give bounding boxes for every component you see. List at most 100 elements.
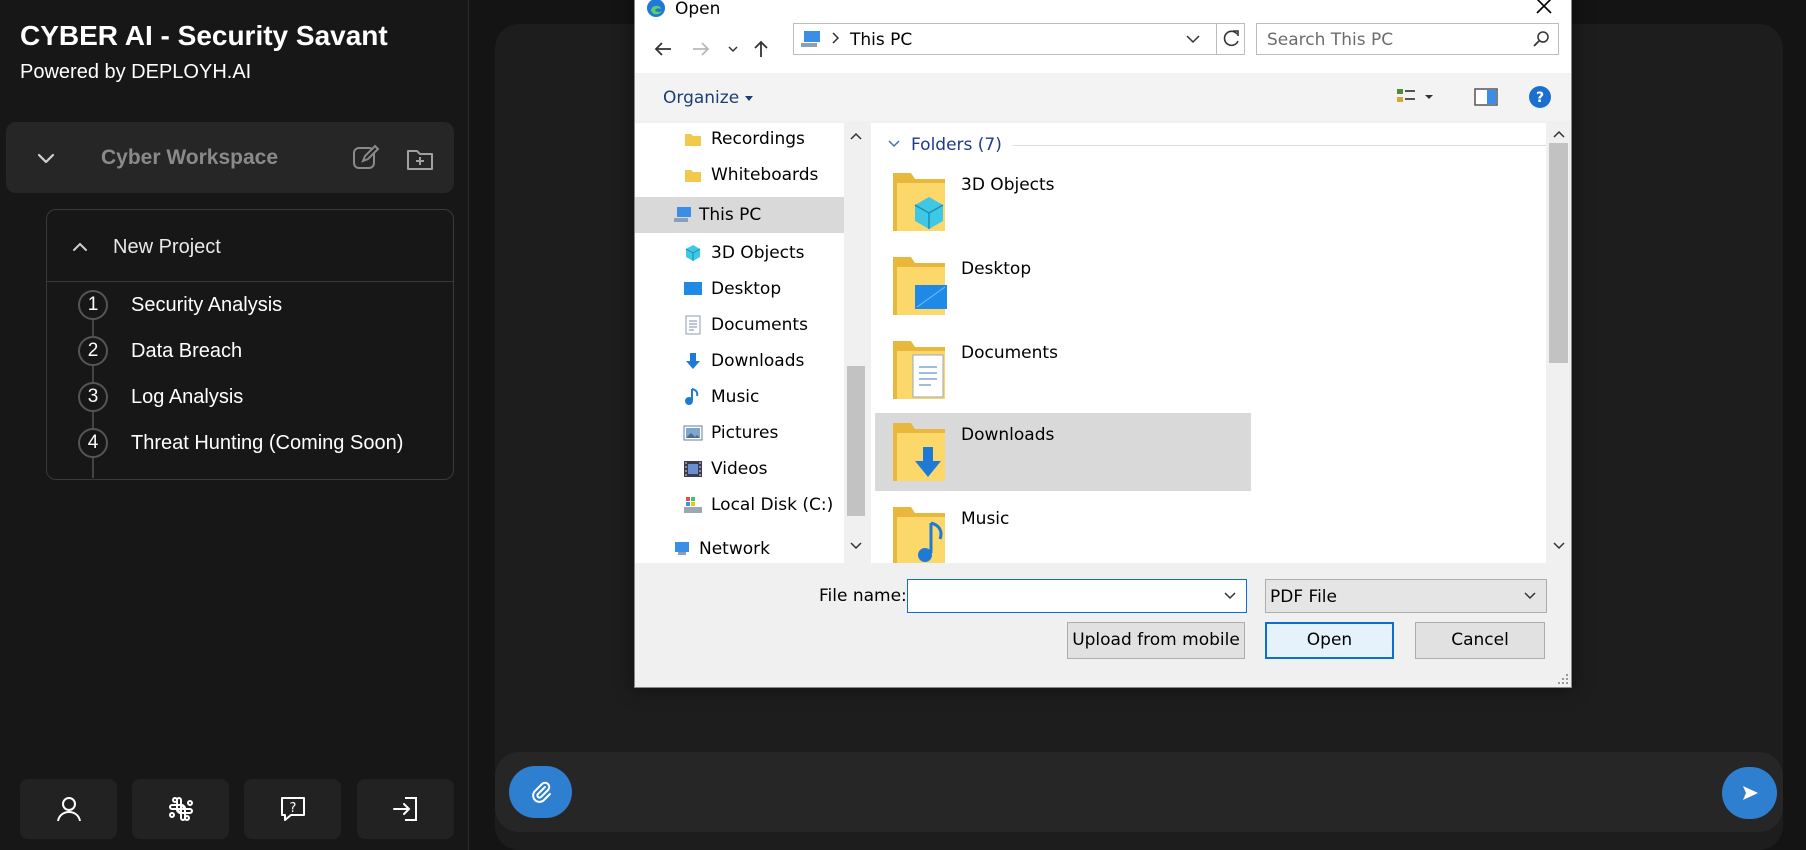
scroll-down-icon[interactable] [849,539,863,553]
help-icon[interactable]: ? [1527,85,1553,109]
address-bar[interactable]: This PC [793,23,1245,55]
up-icon[interactable] [749,37,773,61]
chevron-right-icon [832,32,840,44]
address-dropdown-icon[interactable] [1184,30,1202,48]
send-icon [1742,786,1758,800]
nav-item-network[interactable]: Network [635,533,844,563]
chevron-down-icon[interactable] [34,146,58,170]
nav-item-whiteboards[interactable]: Whiteboards [635,159,844,191]
folder-documents[interactable]: Documents [875,331,1251,409]
nav-item-videos[interactable]: Videos [635,453,844,485]
chevron-down-icon [1524,592,1536,600]
project-header[interactable]: New Project [47,210,453,282]
help-button[interactable]: ? [244,779,341,839]
file-name-label: File name: [819,586,907,606]
organize-label: Organize [663,88,740,108]
dialog-titlebar[interactable]: Open [635,0,1571,23]
nav-scroll-thumb[interactable] [847,366,865,516]
documents-icon [685,315,701,335]
content-scrollbar[interactable] [1546,123,1571,563]
slack-icon [168,797,193,821]
dialog-title: Open [675,0,721,19]
message-input-bar[interactable] [495,752,1783,832]
folder-label: Music [961,509,1010,529]
close-icon[interactable] [1533,0,1555,17]
nav-item-recordings[interactable]: Recordings [635,123,844,155]
folder-desktop-icon [893,257,947,315]
svg-text:?: ? [289,801,296,816]
preview-pane-icon[interactable] [1473,85,1499,109]
nav-item-label: Downloads [711,351,805,371]
cancel-button[interactable]: Cancel [1415,622,1545,659]
recent-locations-icon[interactable] [721,37,745,61]
nav-item-documents[interactable]: Documents [635,309,844,341]
scroll-up-icon[interactable] [1552,127,1566,141]
nav-item-label: Recordings [711,129,805,149]
content-scroll-thumb[interactable] [1549,143,1568,363]
workspace-label: Cyber Workspace [101,146,279,169]
profile-button[interactable] [20,779,117,839]
folder-music[interactable]: Music [875,497,1251,563]
nav-item-3d-objects[interactable]: 3D Objects [635,237,844,269]
file-type-select[interactable]: PDF File [1265,579,1547,613]
folder-3d-objects[interactable]: 3D Objects [875,163,1251,241]
nav-item-downloads[interactable]: Downloads [635,345,844,377]
dialog-toolbar: Organize ? [635,73,1571,121]
upload-from-mobile-button[interactable]: Upload from mobile [1067,622,1245,659]
attach-button[interactable] [509,766,572,818]
scroll-down-icon[interactable] [1552,539,1566,553]
nav-item-pictures[interactable]: Pictures [635,417,844,449]
chevron-down-icon[interactable] [1222,588,1238,604]
nav-item-desktop[interactable]: Desktop [635,273,844,305]
view-options-icon[interactable] [1395,85,1421,109]
slack-button[interactable] [132,779,229,839]
drive-icon [684,497,702,513]
nav-scrollbar[interactable] [844,123,868,563]
logout-button[interactable] [357,779,454,839]
back-icon[interactable] [651,37,675,61]
nav-item-label: Documents [711,315,808,335]
computer-icon [801,31,820,47]
file-name-input[interactable] [907,579,1247,613]
nav-item-label: 3D Objects [711,243,805,263]
group-divider [1013,145,1546,146]
chevron-down-icon[interactable] [887,137,901,151]
search-input[interactable]: Search This PC [1267,30,1393,50]
sidebar: CYBER AI - Security Savant Powered by DE… [0,0,469,850]
open-button[interactable]: Open [1265,622,1394,659]
folders-group-header[interactable]: Folders (7) [881,133,1546,157]
workspace-header[interactable]: Cyber Workspace [6,122,454,193]
folder-desktop[interactable]: Desktop [875,247,1251,325]
step-data-breach[interactable]: 2 Data Breach [47,328,453,374]
resize-grip-icon[interactable] [1557,673,1569,685]
step-threat-hunting[interactable]: 4 Threat Hunting (Coming Soon) [47,420,453,466]
help-icon: ? [280,797,305,821]
nav-item-music[interactable]: Music [635,381,844,413]
app-title: CYBER AI - Security Savant [20,20,388,51]
new-folder-icon[interactable] [404,142,436,174]
step-number: 3 [78,382,108,412]
user-icon [56,797,81,822]
folder-downloads[interactable]: Downloads [875,413,1251,491]
nav-item-label: Desktop [711,279,782,299]
view-dropdown-icon[interactable] [1421,85,1437,109]
send-button[interactable] [1722,767,1777,819]
navigation-pane: Recordings Whiteboards This PC 3D Object… [635,123,844,563]
chevron-up-icon[interactable] [69,236,91,258]
edit-icon[interactable] [350,142,382,174]
organize-menu[interactable]: Organize [663,88,754,108]
nav-item-this-pc[interactable]: This PC [635,197,844,233]
scroll-up-icon[interactable] [849,129,863,143]
folder-label: 3D Objects [961,175,1055,195]
pictures-icon [683,425,703,441]
step-security-analysis[interactable]: 1 Security Analysis [47,282,453,328]
refresh-icon [1223,30,1239,47]
project-title: New Project [113,236,221,258]
nav-item-local-disk[interactable]: Local Disk (C:) [635,489,844,521]
step-log-analysis[interactable]: 3 Log Analysis [47,374,453,420]
caret-down-icon [745,95,754,101]
search-box[interactable]: Search This PC [1256,23,1559,55]
forward-icon[interactable] [689,37,713,61]
refresh-button[interactable] [1216,23,1246,55]
folder-label: Desktop [961,259,1032,279]
